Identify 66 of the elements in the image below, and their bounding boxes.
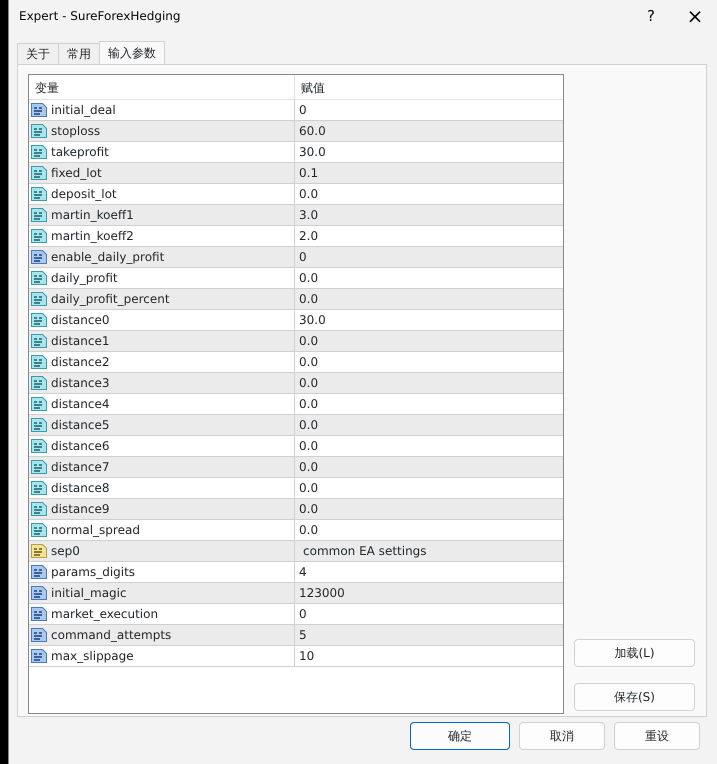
parameter-name: distance8 <box>51 480 110 497</box>
parameter-value[interactable]: 5 <box>299 626 307 644</box>
parameter-name: distance4 <box>51 396 110 413</box>
parameter-value[interactable]: 0.0 <box>299 332 318 350</box>
parameter-value[interactable]: 2.0 <box>299 227 318 245</box>
parameter-name: market_execution <box>51 606 158 623</box>
dialog-button[interactable]: 取消 <box>519 722 605 750</box>
parameter-name: initial_magic <box>51 585 127 602</box>
parameter-value[interactable]: 0.0 <box>299 185 318 203</box>
parameter-name: distance6 <box>51 438 110 455</box>
parameter-name: max_slippage <box>51 648 134 665</box>
column-header: 赋值 <box>300 80 326 97</box>
parameter-name: distance1 <box>51 333 110 350</box>
parameter-value[interactable]: 0.0 <box>299 353 318 371</box>
parameter-value[interactable]: 0 <box>299 605 307 623</box>
parameter-name: distance5 <box>51 417 110 434</box>
parameter-name: martin_koeff1 <box>51 207 134 224</box>
parameter-value[interactable]: 0.0 <box>299 437 318 455</box>
tab[interactable]: 输入参数 <box>99 41 165 64</box>
parameter-value[interactable]: 0.0 <box>299 479 318 497</box>
tab[interactable]: 关于 <box>17 43 59 64</box>
parameter-name: sep0 <box>51 543 80 560</box>
parameter-value[interactable]: 10 <box>299 647 314 665</box>
parameter-value[interactable]: 0.0 <box>299 395 318 413</box>
parameter-name: distance3 <box>51 375 110 392</box>
parameter-name: takeprofit <box>51 144 109 161</box>
parameter-value[interactable]: 0 <box>299 101 307 119</box>
parameter-name: distance0 <box>51 312 110 329</box>
dialog-button[interactable]: 确定 <box>410 722 510 750</box>
parameter-name: daily_profit <box>51 270 118 287</box>
parameter-value[interactable]: 30.0 <box>299 143 326 161</box>
parameter-value[interactable]: 0.0 <box>299 374 318 392</box>
parameter-name: initial_deal <box>51 102 116 119</box>
window-title: Expert - SureForexHedging <box>19 8 182 25</box>
parameter-name: distance9 <box>51 501 110 518</box>
parameter-value[interactable]: 0.1 <box>299 164 318 182</box>
parameter-name: daily_profit_percent <box>51 291 170 308</box>
parameter-value[interactable]: 30.0 <box>299 311 326 329</box>
parameter-value[interactable]: 0.0 <box>299 458 318 476</box>
parameter-name: command_attempts <box>51 627 172 644</box>
parameter-name: enable_daily_profit <box>51 249 164 266</box>
dialog-button[interactable]: 重设 <box>614 722 700 750</box>
parameter-name: normal_spread <box>51 522 140 539</box>
parameter-value[interactable]: 0 <box>299 248 307 266</box>
parameter-value[interactable]: 0.0 <box>299 521 318 539</box>
parameter-name: distance2 <box>51 354 110 371</box>
parameter-value[interactable]: 0.0 <box>299 290 318 308</box>
parameter-value[interactable]: 0.0 <box>299 500 318 518</box>
parameter-name: martin_koeff2 <box>51 228 134 245</box>
parameter-name: fixed_lot <box>51 165 102 182</box>
parameter-value[interactable]: 123000 <box>299 584 345 602</box>
parameter-value[interactable]: 60.0 <box>299 122 326 140</box>
parameter-name: distance7 <box>51 459 110 476</box>
parameter-value[interactable]: 4 <box>299 563 307 581</box>
parameter-value[interactable]: 3.0 <box>299 206 318 224</box>
side-button[interactable]: 加载(L) <box>574 639 695 667</box>
close-button[interactable]: × <box>673 1 717 31</box>
help-button[interactable]: ? <box>629 4 673 28</box>
side-button[interactable]: 保存(S) <box>574 683 695 711</box>
parameter-value[interactable]: 0.0 <box>299 416 318 434</box>
parameter-name: deposit_lot <box>51 186 117 203</box>
column-header: 变量 <box>29 75 295 99</box>
parameter-name: stoploss <box>51 123 100 140</box>
parameter-value[interactable]: common EA settings <box>299 542 427 560</box>
parameter-name: params_digits <box>51 564 136 581</box>
parameter-value[interactable]: 0.0 <box>299 269 318 287</box>
